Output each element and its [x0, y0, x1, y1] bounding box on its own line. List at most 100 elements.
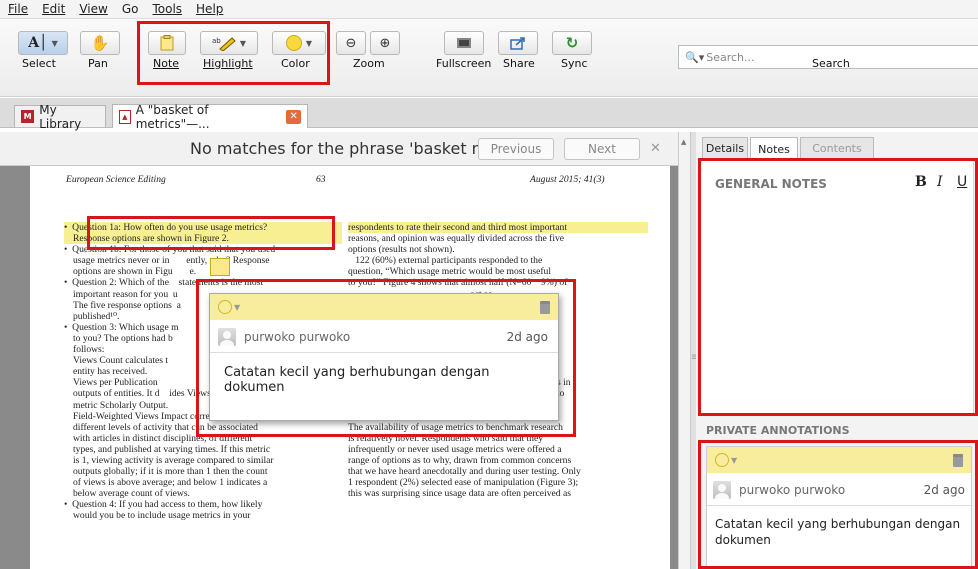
note-marker-icon[interactable] — [210, 258, 230, 276]
share-label: Share — [503, 57, 535, 70]
menu-file[interactable]: File — [8, 2, 28, 16]
search-placeholder: Search... — [706, 50, 755, 64]
zoom-out-icon: ⊖ — [345, 35, 357, 51]
pan-tool-button[interactable]: ✋ — [80, 31, 120, 55]
close-find-icon[interactable]: ✕ — [650, 141, 661, 156]
bold-button[interactable]: B — [915, 174, 927, 190]
note-author: purwoko purwoko — [244, 330, 351, 344]
tab-details[interactable]: Details — [702, 137, 748, 159]
chevron-down-icon: ▼ — [51, 38, 58, 48]
sync-icon: ↻ — [565, 34, 579, 52]
annotation-color-circle-icon[interactable]: ▼ — [715, 453, 737, 467]
chevron-down-icon: ▼ — [239, 38, 247, 48]
close-tab-icon[interactable]: ✕ — [286, 109, 301, 124]
menu-edit[interactable]: Edit — [42, 2, 65, 16]
document-line: Response options are shown in Figure 2. — [64, 233, 342, 245]
private-annotation-card: ▼ purwoko purwoko 2d ago Catatan kecil y… — [706, 446, 972, 569]
find-status-message: No matches for the phrase 'basket met' — [190, 139, 508, 158]
find-previous-button[interactable]: Previous — [478, 138, 554, 160]
note-popup: ▼ purwoko purwoko 2d ago Catatan kecil y… — [209, 293, 559, 421]
trash-icon[interactable] — [540, 300, 550, 314]
document-line: usage metrics never or in ently, why? Re… — [73, 255, 270, 267]
note-label: Note — [153, 57, 180, 70]
issue-date: August 2015; 41(3) — [530, 174, 605, 185]
general-notes-panel[interactable]: GENERAL NOTES B I U — [700, 160, 974, 414]
color-circle-icon[interactable]: ▼ — [218, 300, 240, 314]
text-cursor-icon: A│ — [28, 35, 48, 51]
menu-go[interactable]: Go — [122, 2, 139, 16]
journal-name: European Science Editing — [66, 174, 166, 185]
document-line: • Question 2: Which of the statements is… — [64, 277, 264, 289]
fullscreen-icon — [457, 38, 471, 48]
svg-text:ab: ab — [212, 37, 221, 45]
annotation-card-header: ▼ — [707, 447, 971, 473]
scroll-up-icon[interactable]: ▲ — [681, 138, 686, 146]
app-window: { "menu": {"file":"File","edit":"Edit","… — [0, 0, 978, 569]
mendeley-logo-icon: M — [21, 110, 35, 123]
tab-document[interactable]: ▲ A "basket of metrics"—... ✕ — [112, 102, 308, 131]
search-label: Search — [812, 57, 850, 70]
zoom-label: Zoom — [353, 57, 385, 70]
note-tool-button[interactable] — [148, 31, 186, 55]
private-annotations-heading: PRIVATE ANNOTATIONS — [706, 424, 850, 437]
color-picker-button[interactable]: ▼ — [272, 31, 326, 55]
document-line: question, “Which usage metric would be m… — [348, 266, 552, 278]
find-next-button[interactable]: Next — [564, 138, 640, 160]
annotation-text[interactable]: Catatan kecil yang berhubungan dengan do… — [707, 506, 971, 558]
annotation-timestamp: 2d ago — [923, 483, 965, 497]
annotation-trash-icon[interactable] — [953, 453, 963, 467]
tab-document-label: A "basket of metrics"—... — [135, 102, 210, 131]
menu-bar: File Edit View Go Tools Help — [0, 0, 978, 19]
page-number: 63 — [316, 174, 326, 185]
document-line: • Question 1a: How often do you use usag… — [64, 222, 342, 234]
document-viewer[interactable]: European Science Editing 63 August 2015;… — [0, 166, 678, 569]
document-line: would you be to include usage metrics in… — [73, 510, 251, 522]
document-line: infrequently or never used usage metrics… — [348, 443, 562, 455]
note-popup-header: ▼ — [210, 294, 558, 320]
menu-help[interactable]: Help — [196, 2, 223, 16]
underline-button[interactable]: U — [957, 174, 967, 190]
tab-contents[interactable]: Contents — [800, 137, 874, 159]
document-line: The availability of usage metrics to ben… — [348, 421, 563, 433]
annotation-author: purwoko purwoko — [739, 483, 846, 497]
document-line: 122 (60%) external participants responde… — [348, 255, 543, 267]
share-button[interactable] — [498, 31, 538, 55]
tab-details-label: Details — [705, 142, 745, 155]
document-line: this was surprising since usage data are… — [348, 488, 571, 500]
general-notes-heading: GENERAL NOTES — [715, 177, 827, 191]
document-line: is 1, viewing activity is average compar… — [73, 454, 274, 466]
toolbar: A│ ▼ Select ✋ Pan Note ab ▼ Highlight ▼ … — [0, 19, 978, 97]
menu-view[interactable]: View — [79, 2, 107, 16]
document-line: 1 respondent (2%) selected ease of manip… — [348, 477, 579, 489]
document-scrollbar[interactable]: ▲ — [678, 132, 690, 569]
document-line: to you?” Figure 4 shows that almost half… — [348, 277, 568, 289]
find-bar: No matches for the phrase 'basket met' P… — [0, 132, 690, 166]
highlight-label: Highlight — [203, 57, 253, 70]
italic-button[interactable]: I — [937, 174, 943, 190]
sync-label: Sync — [561, 57, 588, 70]
document-line: is relatively novel. Respondents who sai… — [348, 432, 544, 444]
select-tool-button[interactable]: A│ ▼ — [18, 31, 68, 55]
document-line: range of options as to why, drawn from c… — [348, 454, 572, 466]
zoom-in-button[interactable]: ⊕ — [370, 31, 400, 55]
zoom-out-button[interactable]: ⊖ — [336, 31, 366, 55]
fullscreen-button[interactable] — [444, 31, 484, 55]
tab-bar: M My Library ▲ A "basket of metrics"—...… — [0, 98, 978, 131]
tab-notes[interactable]: Notes — [750, 137, 798, 160]
document-line: options (results not shown). — [348, 244, 455, 256]
highlight-tool-button[interactable]: ab ▼ — [200, 31, 258, 55]
note-text[interactable]: Catatan kecil yang berhubungan dengan do… — [210, 353, 558, 407]
chevron-down-icon: ▼ — [305, 38, 313, 48]
menu-tools[interactable]: Tools — [152, 2, 182, 16]
tab-my-library[interactable]: M My Library — [14, 103, 106, 131]
select-label: Select — [22, 57, 56, 70]
color-swatch-icon — [285, 35, 302, 51]
document-line: different levels of activity that can be… — [73, 421, 258, 433]
color-label: Color — [281, 57, 310, 70]
find-next-label: Next — [588, 142, 616, 156]
document-line: • Question 4: If you had access to them,… — [64, 499, 263, 511]
zoom-in-icon: ⊕ — [379, 35, 391, 51]
document-line: that we have heard anecdotally and durin… — [348, 466, 581, 478]
sync-button[interactable]: ↻ — [552, 31, 592, 55]
search-icon: 🔍▾ — [685, 50, 705, 64]
